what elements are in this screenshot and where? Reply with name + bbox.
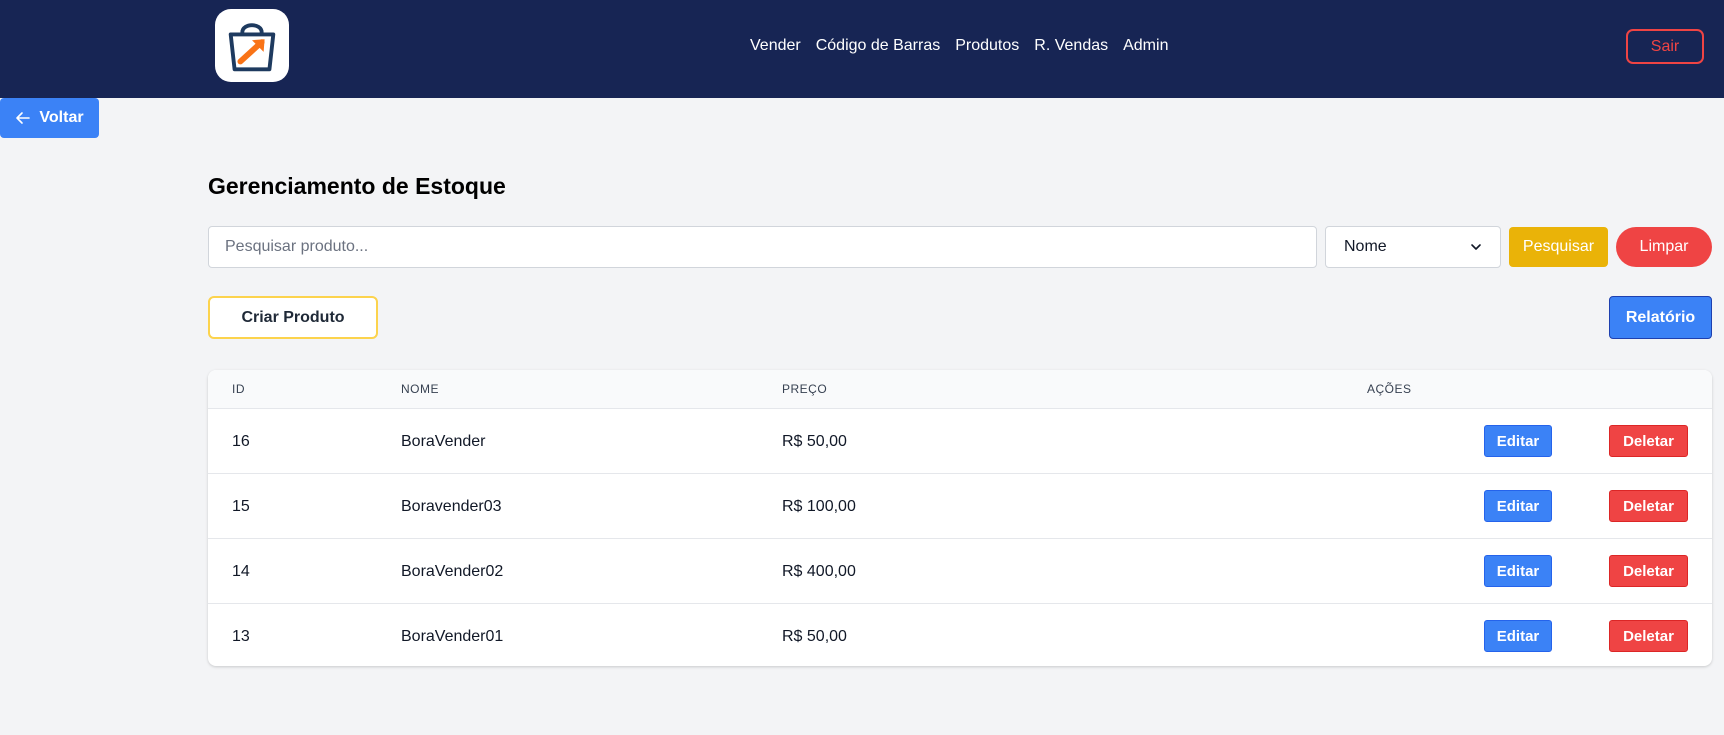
nav-link-codigo-barras[interactable]: Código de Barras xyxy=(816,36,941,56)
delete-button[interactable]: Deletar xyxy=(1609,490,1688,522)
column-header-id: ID xyxy=(232,382,245,396)
report-button[interactable]: Relatório xyxy=(1609,296,1712,339)
logout-button[interactable]: Sair xyxy=(1626,29,1704,64)
chevron-down-icon xyxy=(1471,244,1481,250)
cell-price: R$ 50,00 xyxy=(782,433,847,450)
arrow-left-icon xyxy=(16,112,31,124)
cell-price: R$ 100,00 xyxy=(782,498,856,515)
column-header-price: Preço xyxy=(782,382,828,396)
nav-link-vender[interactable]: Vender xyxy=(750,36,801,56)
delete-button[interactable]: Deletar xyxy=(1609,555,1688,587)
cell-name: Boravender03 xyxy=(401,498,502,515)
edit-button[interactable]: Editar xyxy=(1484,425,1552,457)
column-header-actions: Ações xyxy=(1367,382,1412,396)
filter-select-value: Nome xyxy=(1344,238,1387,255)
shopping-bag-arrow-icon xyxy=(228,22,276,71)
nav-link-relatorio-vendas[interactable]: R. Vendas xyxy=(1034,36,1108,56)
cell-id: 15 xyxy=(232,498,250,515)
table-row: 16 BoraVender R$ 50,00 Editar Deletar xyxy=(208,408,1712,473)
cell-price: R$ 400,00 xyxy=(782,563,856,580)
edit-button[interactable]: Editar xyxy=(1484,620,1552,652)
search-input[interactable] xyxy=(208,226,1317,268)
nav-link-produtos[interactable]: Produtos xyxy=(955,36,1019,56)
clear-button[interactable]: Limpar xyxy=(1616,227,1712,267)
cell-name: BoraVender xyxy=(401,433,486,450)
table-row: 14 BoraVender02 R$ 400,00 Editar Deletar xyxy=(208,538,1712,603)
top-navbar: Vender Código de Barras Produtos R. Vend… xyxy=(0,0,1724,98)
cell-id: 16 xyxy=(232,433,250,450)
cell-name: BoraVender01 xyxy=(401,628,504,645)
column-header-name: Nome xyxy=(401,382,439,396)
table-header: ID Nome Preço Ações xyxy=(208,370,1712,408)
table-row: 13 BoraVender01 R$ 50,00 Editar Deletar xyxy=(208,603,1712,666)
search-button[interactable]: Pesquisar xyxy=(1509,227,1608,267)
cell-id: 13 xyxy=(232,628,250,645)
delete-button[interactable]: Deletar xyxy=(1609,425,1688,457)
create-product-button[interactable]: Criar Produto xyxy=(208,296,378,339)
page-title: Gerenciamento de Estoque xyxy=(208,173,506,199)
table-row: 15 Boravender03 R$ 100,00 Editar Deletar xyxy=(208,473,1712,538)
cell-price: R$ 50,00 xyxy=(782,628,847,645)
cell-name: BoraVender02 xyxy=(401,563,504,580)
main-nav: Vender Código de Barras Produtos R. Vend… xyxy=(750,36,1168,56)
products-table: ID Nome Preço Ações 16 BoraVender R$ 50,… xyxy=(208,370,1712,666)
nav-link-admin[interactable]: Admin xyxy=(1123,36,1168,56)
app-logo[interactable] xyxy=(215,9,289,82)
cell-id: 14 xyxy=(232,563,250,580)
edit-button[interactable]: Editar xyxy=(1484,490,1552,522)
back-button-label: Voltar xyxy=(39,109,84,126)
delete-button[interactable]: Deletar xyxy=(1609,620,1688,652)
filter-select[interactable]: Nome xyxy=(1325,226,1501,268)
back-button[interactable]: Voltar xyxy=(0,98,99,138)
edit-button[interactable]: Editar xyxy=(1484,555,1552,587)
